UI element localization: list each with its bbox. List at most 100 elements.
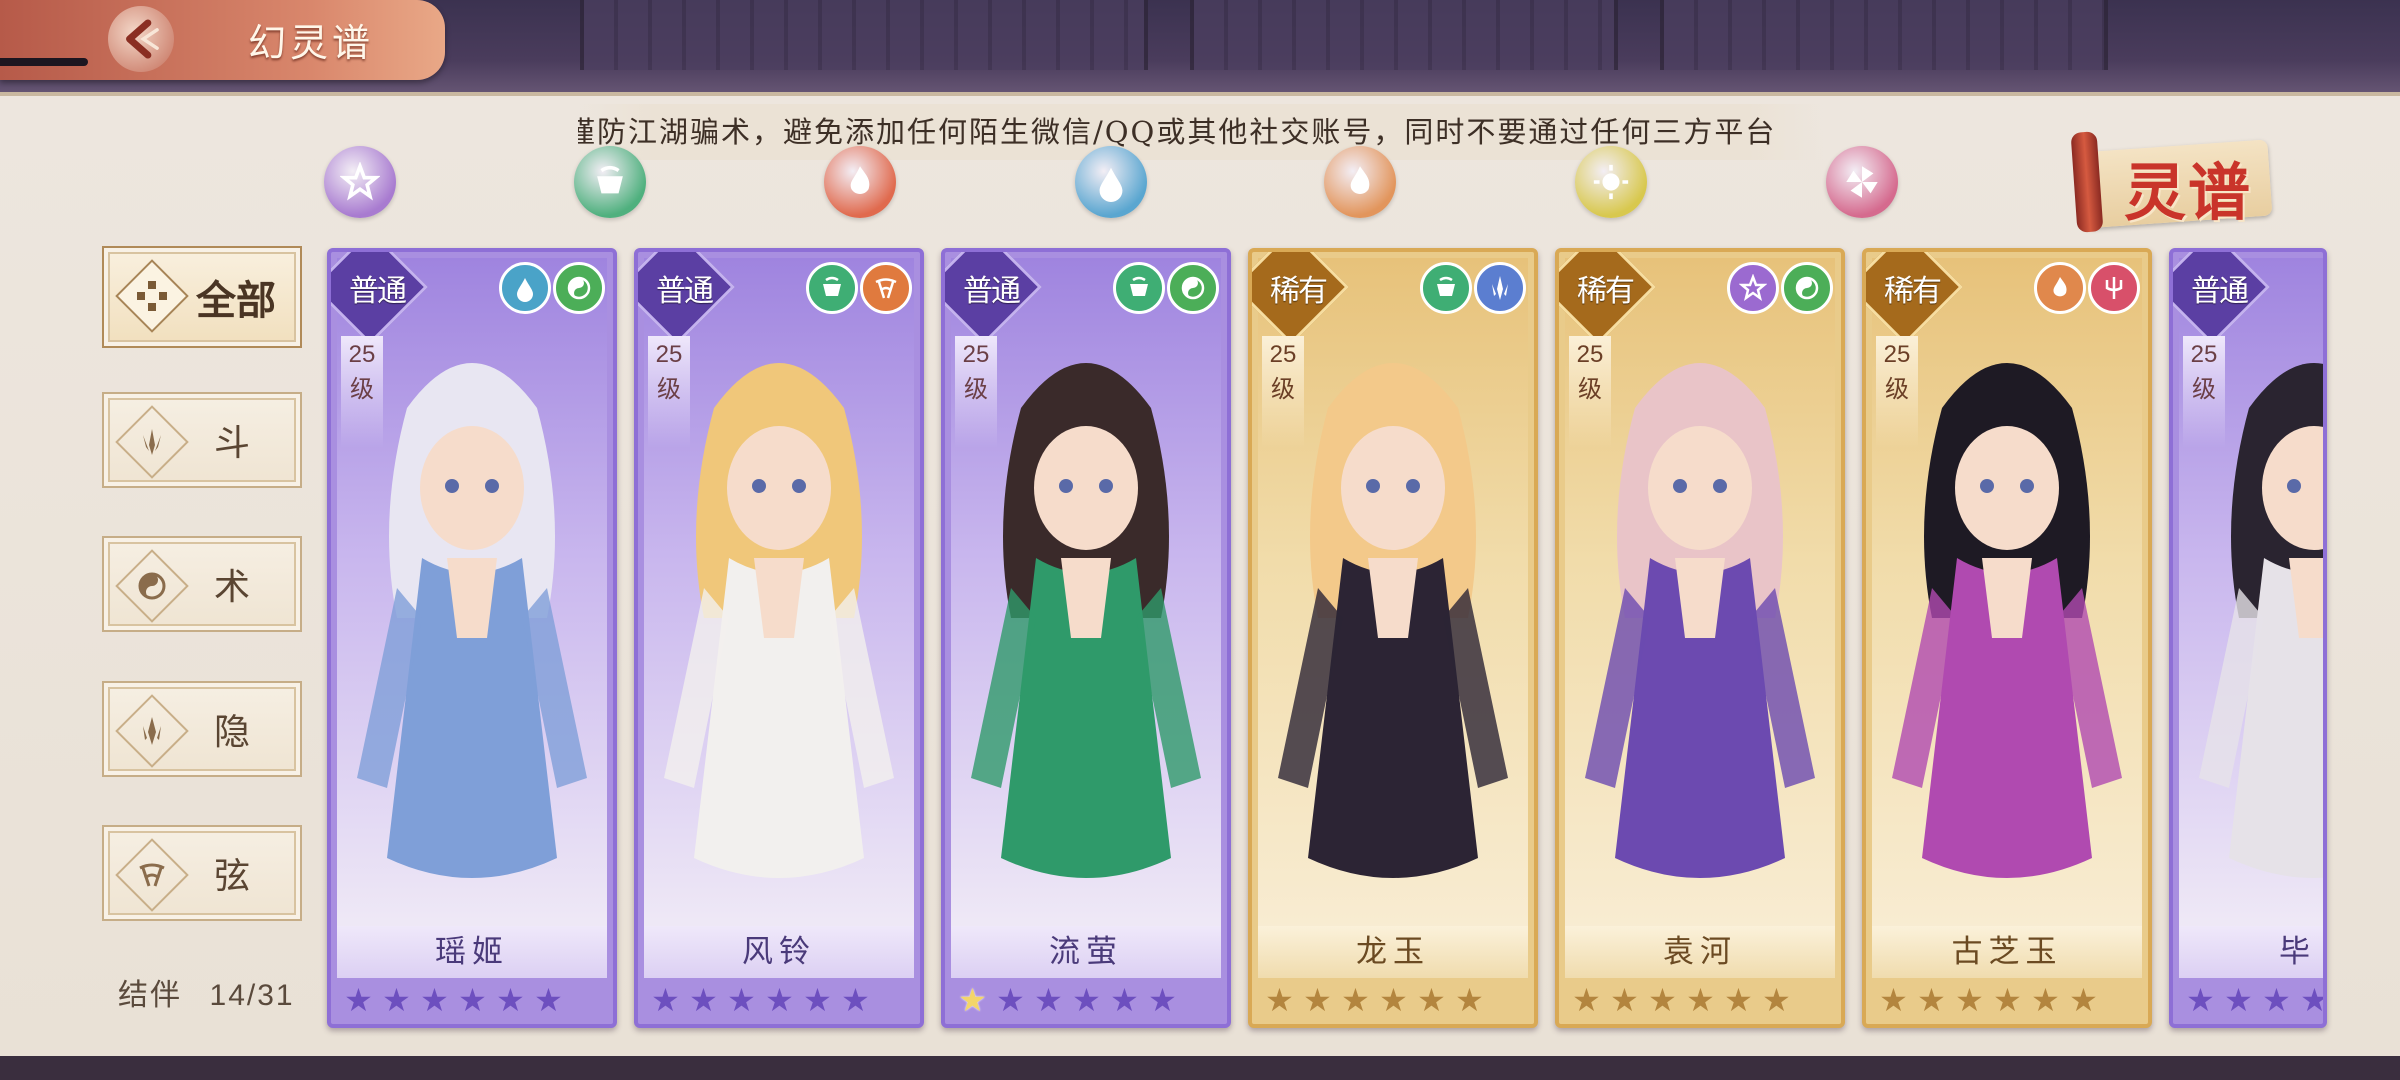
star-empty-icon: ★ [496,981,525,1019]
level-number: 25 [962,341,990,368]
shu-icon [340,162,380,201]
element-icons [1113,262,1219,314]
claw-icon [115,405,189,479]
element-icons [1420,262,1526,314]
rarity-badge: 普通 [945,252,1042,345]
star-empty-icon: ★ [1572,981,1601,1019]
level-unit: 级 [1578,375,1602,403]
tab-xian[interactable]: 弦 [102,825,302,921]
level-unit: 级 [2192,375,2216,403]
trident-icon [2088,262,2140,314]
star-empty-icon: ★ [996,981,1025,1019]
level-tag: 25 级 [1262,336,1304,448]
water-icon [1099,167,1123,202]
rarity-label: 稀有 [1884,274,1942,309]
attr-filter-water[interactable] [1075,146,1147,218]
attr-filter-sun[interactable] [1575,146,1647,218]
yinyang-icon [1781,262,1833,314]
attr-filter-shu[interactable] [324,146,396,218]
element-icons [2034,262,2140,314]
bond-label: 结伴 [118,978,182,1013]
pinwheel-icon [1846,166,1878,198]
character-card[interactable]: 普通 25 级流萤 ★ ★ ★ ★ ★ ★ [941,248,1231,1028]
tab-label: 斗 [214,423,251,464]
character-card[interactable]: 稀有 25 级袁河 ★ ★ ★ ★ ★ ★ [1555,248,1845,1028]
attr-filter-cup[interactable] [574,146,646,218]
element-icons [806,262,912,314]
star-empty-icon: ★ [420,981,449,1019]
star-empty-icon: ★ [1072,981,1101,1019]
character-name: 古芝玉 [1872,926,2142,978]
character-card[interactable]: 稀有 25 级古芝玉 ★ ★ ★ ★ ★ ★ [1862,248,2152,1028]
star-empty-icon: ★ [1379,981,1408,1019]
attr-filter-pinwheel[interactable] [1826,146,1898,218]
level-unit: 级 [1271,375,1295,403]
star-empty-icon: ★ [1303,981,1332,1019]
star-rating: ★★★★★★ [1876,982,2101,1018]
panel-bottom-border [0,1056,2400,1080]
star-empty-icon: ★ [382,981,411,1019]
star-rating: ★★★★★★ [1569,982,1794,1018]
character-card[interactable]: 稀有 25 级龙玉 ★ ★ ★ ★ ★ ★ [1248,248,1538,1028]
flame-icon [1350,166,1370,194]
rarity-badge: 稀有 [1252,252,1349,345]
star-rating: ★★★★★★ [2183,981,2323,1019]
star-empty-icon: ★ [1686,981,1715,1019]
star-empty-icon: ★ [2224,981,2253,1019]
back-arrow-icon [126,19,159,59]
star-empty-icon: ★ [344,981,373,1019]
tab-label: 全部 [196,277,276,324]
level-tag: 25 级 [341,336,383,448]
lingpu-logo: 灵谱 [2070,131,2278,233]
star-empty-icon: ★ [1955,981,1984,1019]
star-empty-icon: ★ [1341,981,1370,1019]
level-tag: 25 级 [2183,336,2225,448]
level-unit: 级 [350,375,374,403]
character-card[interactable]: 普通 25 级风铃 ★ ★ ★ ★ ★ ★ [634,248,924,1028]
character-card[interactable]: 普通 25 级瑶姬 ★ ★ ★ ★ ★ ★ [327,248,617,1028]
attr-filter-flame[interactable] [1324,146,1396,218]
shu-icon [1727,262,1779,314]
flame-icon [850,166,870,194]
star-empty-icon: ★ [1034,981,1063,1019]
star-rating: ★★★★★★ [955,982,1180,1018]
tab-shu[interactable]: 术 [102,536,302,632]
logo-scroll-rod [2070,131,2104,233]
cup-icon [806,262,858,314]
star-empty-icon: ★ [651,981,680,1019]
star-empty-icon: ★ [534,981,563,1019]
star-empty-icon: ★ [803,981,832,1019]
anti-fraud-notice: 谨防江湖骗术，避免添加任何陌生微信/QQ或其他社交账号，同时不要通过任何三方平台 [578,104,1823,160]
star-empty-icon: ★ [2262,981,2291,1019]
lattice-window [1660,0,2108,70]
character-name: 瑶姬 [337,926,607,978]
header-bar: 幻灵谱 [0,0,445,80]
character-name: 风铃 [644,926,914,978]
level-tag: 25 级 [1876,336,1918,448]
rarity-badge: 普通 [638,252,735,345]
rarity-label: 稀有 [1577,274,1635,309]
back-button[interactable] [108,6,174,72]
star-empty-icon: ★ [1762,981,1791,1019]
cup-icon [597,165,623,194]
level-tag: 25 级 [648,336,690,448]
star-empty-icon: ★ [1724,981,1753,1019]
level-unit: 级 [1885,375,1909,403]
character-name: 毕 [2179,926,2323,978]
character-name: 龙玉 [1258,926,1528,978]
rarity-label: 普通 [2191,274,2249,309]
rarity-badge: 普通 [2173,252,2270,345]
rarity-badge: 普通 [331,252,428,345]
character-name: 流萤 [951,926,1221,978]
star-empty-icon: ★ [841,981,870,1019]
star-empty-icon: ★ [765,981,794,1019]
tab-yin[interactable]: 隐 [102,681,302,777]
tab-label: 术 [214,567,251,608]
attr-filter-fire[interactable] [824,146,896,218]
tab-dou[interactable]: 斗 [102,392,302,488]
tab-all[interactable]: 全部 [102,246,302,348]
blade-icon [1474,262,1526,314]
level-number: 25 [1269,341,1297,368]
star-empty-icon: ★ [1265,981,1294,1019]
character-card[interactable]: 普通 25 级毕★★★★★★ [2169,248,2327,1028]
